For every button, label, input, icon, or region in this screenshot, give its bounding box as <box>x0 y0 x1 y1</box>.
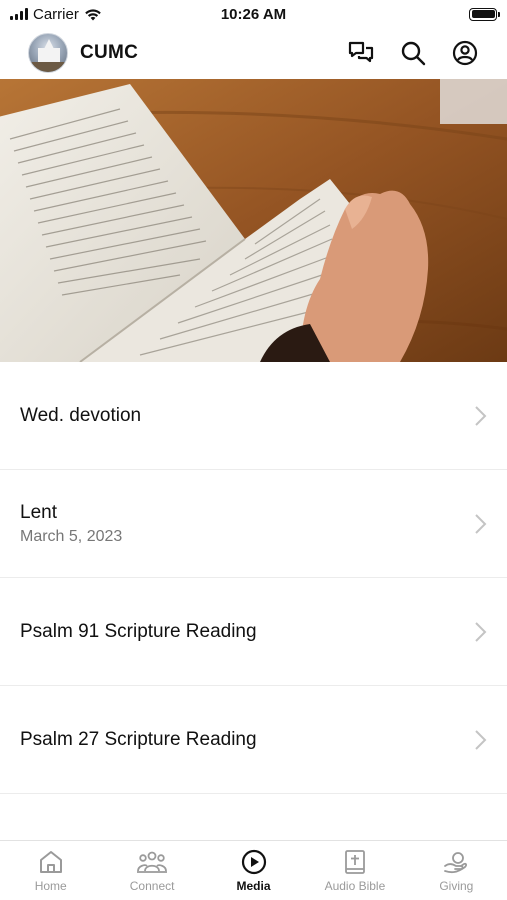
tab-connect[interactable]: Connect <box>101 841 202 900</box>
people-icon <box>137 851 168 873</box>
play-icon <box>241 849 266 875</box>
list-item[interactable]: Psalm 91 Scripture Reading <box>0 578 507 686</box>
tab-label: Audio Bible <box>324 879 386 893</box>
list-item-title: Psalm 27 Scripture Reading <box>20 728 257 750</box>
battery-icon <box>469 7 500 21</box>
tab-label: Media <box>236 879 271 893</box>
list-item[interactable]: Psalm 27 Scripture Reading <box>0 686 507 794</box>
bible-icon <box>345 850 365 874</box>
list-item-text: Psalm 91 Scripture Reading <box>20 621 473 643</box>
giving-icon <box>444 852 468 874</box>
tab-media[interactable]: Media <box>203 841 304 900</box>
hero-bible-image[interactable] <box>0 79 507 362</box>
tab-bar: Home Connect Media Audio Bible Giving <box>0 840 507 900</box>
media-list: Wed. devotion Lent March 5, 2023 Psalm 9… <box>0 362 507 840</box>
tab-audio-bible[interactable]: Audio Bible <box>304 841 405 900</box>
chevron-right-icon <box>475 513 487 534</box>
list-item-text: Lent March 5, 2023 <box>20 502 473 546</box>
app-title: CUMC <box>80 42 139 63</box>
chat-icon[interactable] <box>347 39 375 67</box>
church-logo-avatar[interactable] <box>28 33 68 73</box>
list-item-title: Psalm 91 Scripture Reading <box>20 620 257 642</box>
list-item[interactable]: Wed. devotion <box>0 362 507 470</box>
carrier-label: Carrier <box>33 5 79 23</box>
tab-label: Home <box>34 879 67 893</box>
list-item-title: Lent <box>20 501 57 523</box>
tab-label: Connect <box>129 879 175 893</box>
status-bar: Carrier 10:26 AM <box>0 0 507 28</box>
header-actions <box>347 39 479 67</box>
app-header: CUMC <box>0 28 507 78</box>
list-item-partial[interactable] <box>0 794 507 840</box>
chevron-right-icon <box>475 621 487 642</box>
status-left: Carrier <box>10 6 102 23</box>
open-bible-photo <box>0 79 507 362</box>
tab-home[interactable]: Home <box>0 841 101 900</box>
chevron-right-icon <box>475 405 487 426</box>
wifi-icon <box>85 8 101 20</box>
list-item-text: Psalm 27 Scripture Reading <box>20 729 473 751</box>
tab-label: Giving <box>439 879 474 893</box>
search-icon[interactable] <box>399 39 427 67</box>
tab-giving[interactable]: Giving <box>406 841 507 900</box>
list-item-date: March 5, 2023 <box>20 527 123 545</box>
profile-icon[interactable] <box>451 39 479 67</box>
list-item[interactable]: Lent March 5, 2023 <box>0 470 507 578</box>
signal-icon <box>10 8 28 20</box>
list-item-text: Wed. devotion <box>20 405 473 427</box>
home-icon <box>39 851 62 873</box>
list-item-title: Wed. devotion <box>20 404 142 426</box>
chevron-right-icon <box>475 729 487 750</box>
